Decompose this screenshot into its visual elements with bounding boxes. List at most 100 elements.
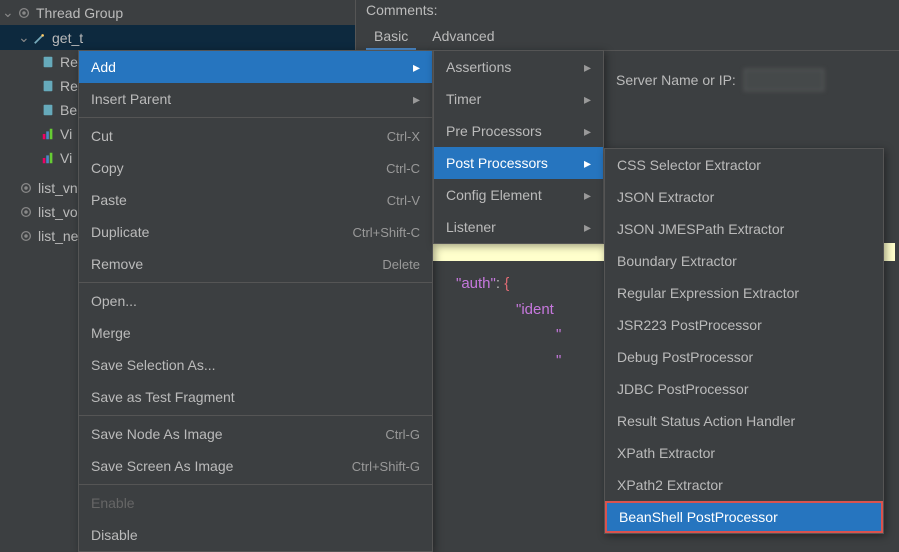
postproc-item-xpath-extractor[interactable]: XPath Extractor: [605, 437, 883, 469]
submenu-item-timer[interactable]: Timer▸: [434, 83, 603, 115]
json-line: ": [556, 326, 561, 343]
postproc-item-jdbc-postprocessor[interactable]: JDBC PostProcessor: [605, 373, 883, 405]
menu-item-label: Boundary Extractor: [617, 253, 871, 269]
menu-item-label: Remove: [91, 256, 382, 272]
menu-item-label: Disable: [91, 527, 420, 543]
menu-item-label: Copy: [91, 160, 386, 176]
menu-item-label: JDBC PostProcessor: [617, 381, 871, 397]
tree-root[interactable]: ⌄ Thread Group: [0, 0, 355, 25]
chevron-right-icon: ▸: [579, 187, 591, 204]
menu-item-duplicate[interactable]: DuplicateCtrl+Shift-C: [79, 216, 432, 248]
menu-item-enable[interactable]: Enable: [79, 487, 432, 519]
postproc-item-jsr223-postprocessor[interactable]: JSR223 PostProcessor: [605, 309, 883, 341]
menu-item-save-selection-as[interactable]: Save Selection As...: [79, 349, 432, 381]
chart-icon: [40, 150, 56, 166]
chevron-right-icon: ▸: [579, 219, 591, 236]
menu-item-label: XPath2 Extractor: [617, 477, 871, 493]
chevron-down-icon: ⌄: [18, 29, 28, 46]
menu-separator: [79, 117, 432, 118]
menu-item-remove[interactable]: RemoveDelete: [79, 248, 432, 280]
submenu-item-post-processors[interactable]: Post Processors▸: [434, 147, 603, 179]
menu-separator: [79, 484, 432, 485]
menu-separator: [79, 415, 432, 416]
menu-item-label: Save Selection As...: [91, 357, 420, 373]
tab-basic[interactable]: Basic: [366, 24, 416, 50]
tree-label: Be: [60, 102, 77, 118]
postproc-item-boundary-extractor[interactable]: Boundary Extractor: [605, 245, 883, 277]
menu-item-label: Merge: [91, 325, 420, 341]
menu-item-label: Timer: [446, 91, 579, 107]
menu-item-insert-parent[interactable]: Insert Parent▸: [79, 83, 432, 115]
tree-root-label: Thread Group: [36, 5, 123, 21]
menu-item-label: Save Node As Image: [91, 426, 385, 442]
chevron-right-icon: ▸: [408, 91, 420, 108]
context-menu: Add▸Insert Parent▸CutCtrl-XCopyCtrl-CPas…: [78, 50, 433, 552]
submenu-post-processors: CSS Selector Extractor JSON Extractor JSON…: [604, 148, 884, 534]
menu-item-disable[interactable]: Disable: [79, 519, 432, 551]
server-input[interactable]: [744, 69, 824, 91]
menu-item-label: Config Element: [446, 187, 579, 203]
menu-item-open[interactable]: Open...: [79, 285, 432, 317]
postproc-item-json-extractor[interactable]: JSON Extractor: [605, 181, 883, 213]
tree-label: Re: [60, 54, 78, 70]
chevron-down-icon: ⌄: [2, 4, 12, 21]
tree-get-token[interactable]: ⌄ get_t: [0, 25, 355, 50]
tab-advanced[interactable]: Advanced: [424, 24, 502, 50]
menu-item-label: Enable: [91, 495, 420, 511]
submenu-item-listener[interactable]: Listener▸: [434, 211, 603, 243]
menu-item-label: BeanShell PostProcessor: [619, 509, 869, 525]
menu-item-label: JSON Extractor: [617, 189, 871, 205]
tree-label: get_t: [52, 30, 83, 46]
json-brace: {: [504, 275, 509, 292]
menu-item-save-as-test-fragment[interactable]: Save as Test Fragment: [79, 381, 432, 413]
gear-icon: [18, 180, 34, 196]
menu-item-cut[interactable]: CutCtrl-X: [79, 120, 432, 152]
menu-item-merge[interactable]: Merge: [79, 317, 432, 349]
postproc-item-regular-expression-extractor[interactable]: Regular Expression Extractor: [605, 277, 883, 309]
chart-icon: [40, 126, 56, 142]
postproc-item-beanshell-postprocessor[interactable]: BeanShell PostProcessor: [605, 501, 883, 533]
gear-icon: [18, 228, 34, 244]
menu-item-label: Regular Expression Extractor: [617, 285, 871, 301]
menu-item-label: Pre Processors: [446, 123, 579, 139]
menu-item-save-node-as-image[interactable]: Save Node As ImageCtrl-G: [79, 418, 432, 450]
menu-item-save-screen-as-image[interactable]: Save Screen As ImageCtrl+Shift-G: [79, 450, 432, 482]
submenu-item-pre-processors[interactable]: Pre Processors▸: [434, 115, 603, 147]
json-key: "auth": [456, 275, 496, 292]
postproc-item-result-status-action-handler[interactable]: Result Status Action Handler: [605, 405, 883, 437]
tree-label: list_vn: [38, 180, 78, 196]
menu-item-paste[interactable]: PasteCtrl-V: [79, 184, 432, 216]
menu-shortcut: Ctrl-X: [387, 129, 420, 144]
wand-icon: [32, 30, 48, 46]
postproc-item-debug-postprocessor[interactable]: Debug PostProcessor: [605, 341, 883, 373]
menu-item-label: JSON JMESPath Extractor: [617, 221, 871, 237]
menu-separator: [79, 282, 432, 283]
menu-item-label: Listener: [446, 219, 579, 235]
submenu-item-config-element[interactable]: Config Element▸: [434, 179, 603, 211]
menu-item-copy[interactable]: CopyCtrl-C: [79, 152, 432, 184]
tree-label: list_vo: [38, 204, 78, 220]
postproc-item-json-jmespath-extractor[interactable]: JSON JMESPath Extractor: [605, 213, 883, 245]
chevron-right-icon: ▸: [579, 91, 591, 108]
tree-label: list_ne: [38, 228, 78, 244]
menu-item-add[interactable]: Add▸: [79, 51, 432, 83]
submenu-item-assertions[interactable]: Assertions▸: [434, 51, 603, 83]
menu-item-label: Result Status Action Handler: [617, 413, 871, 429]
menu-item-label: Open...: [91, 293, 420, 309]
postproc-item-xpath2-extractor[interactable]: XPath2 Extractor: [605, 469, 883, 501]
menu-shortcut: Delete: [382, 257, 420, 272]
menu-item-label: CSS Selector Extractor: [617, 157, 871, 173]
tabs-row: Basic Advanced: [356, 20, 899, 51]
menu-item-label: Save as Test Fragment: [91, 389, 420, 405]
menu-item-label: Paste: [91, 192, 387, 208]
tree-label: Re: [60, 78, 78, 94]
chevron-right-icon: ▸: [579, 123, 591, 140]
menu-shortcut: Ctrl-C: [386, 161, 420, 176]
menu-item-label: JSR223 PostProcessor: [617, 317, 871, 333]
postproc-item-css-selector-extractor[interactable]: CSS Selector Extractor: [605, 149, 883, 181]
menu-item-label: Duplicate: [91, 224, 352, 240]
menu-item-label: Insert Parent: [91, 91, 408, 107]
menu-item-label: Assertions: [446, 59, 579, 75]
menu-shortcut: Ctrl+Shift-C: [352, 225, 420, 240]
tree-label: Vi: [60, 150, 72, 166]
